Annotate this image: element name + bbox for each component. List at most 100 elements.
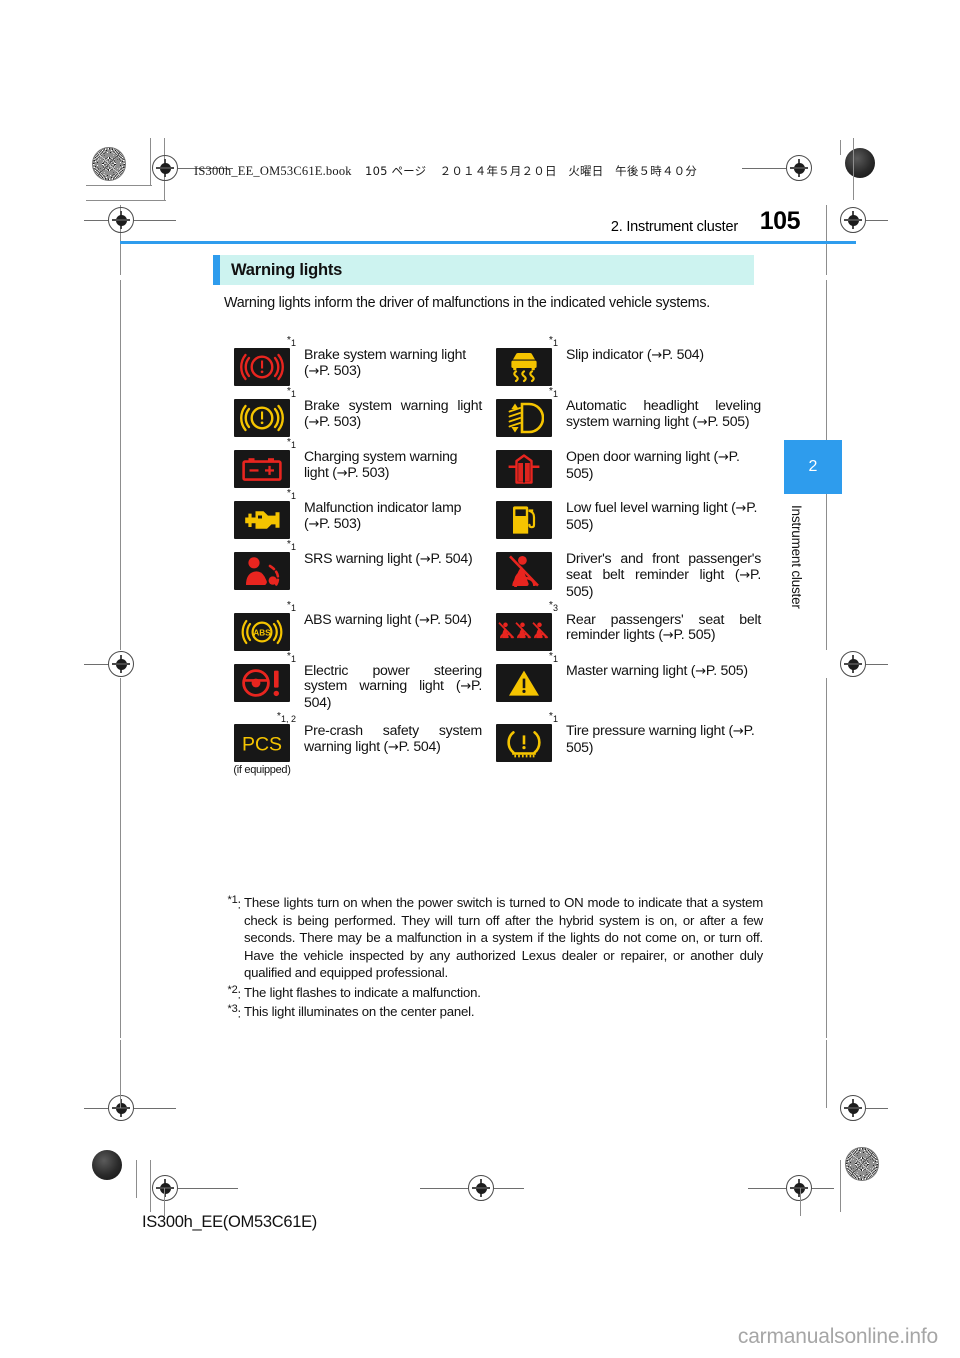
- warning-light-description: Master warning light (→P. 505): [566, 661, 748, 679]
- registration-arm: [178, 1187, 238, 1189]
- crop-line: [120, 1040, 122, 1108]
- footnote-text: The light flashes to indicate a malfunct…: [244, 984, 481, 1000]
- footnote-marker: *1: [548, 385, 558, 400]
- registration-arm: [134, 219, 176, 221]
- print-file-header: IS300h_EE_OM53C61E.book 105 ページ ２０１４年５月２…: [194, 163, 697, 179]
- warning-light-icon-cell: *1: [488, 386, 560, 437]
- warning-light-icon-cell: *1: [226, 335, 298, 386]
- crop-line: [826, 678, 828, 1038]
- svg-text:ABS: ABS: [253, 628, 271, 637]
- footnote-marker: *3: [548, 598, 558, 613]
- warning-light-icon-cell: *1: [488, 335, 560, 386]
- footnote-marker: *1: [548, 649, 558, 664]
- crop-line: [136, 1160, 138, 1198]
- brake-system-warning-red-icon: [234, 348, 290, 386]
- pre-crash-safety-pcs-icon: PCS: [234, 724, 290, 763]
- footnote-marker: *1: [286, 334, 296, 349]
- manual-page: IS300h_EE_OM53C61E.book 105 ページ ２０１４年５月２…: [0, 0, 960, 1358]
- warning-light-description: Driver's and front passenger's seat belt…: [566, 550, 761, 599]
- warning-light-icon-cell: *1: [488, 539, 560, 590]
- registration-starburst: [92, 147, 126, 181]
- warning-light-icon-cell: *1: [226, 437, 298, 488]
- warning-light-entry: *1 Malfunction indicator lamp (→P. 503): [226, 488, 488, 539]
- warning-light-entry: *3 Rear passengers' seat belt reminder l…: [488, 598, 761, 651]
- warning-light-entry: *1 ABS ABS warning light (→P. 504): [226, 599, 488, 651]
- footnote-marker: *3:: [227, 1003, 242, 1021]
- warning-light-description: Charging system warning light (→P. 503): [304, 448, 458, 481]
- table-row: *1, 2 PCS (if equipped) Pre-crash safety…: [226, 711, 761, 776]
- footnote-marker: *1: [548, 334, 558, 349]
- registration-arm: [494, 1187, 524, 1189]
- warning-light-entry: *1, 2 PCS (if equipped) Pre-crash safety…: [226, 711, 488, 776]
- warning-light-entry: *1 Brake system warning light (→P. 503): [226, 335, 488, 386]
- footnote: *2: The light flashes to indicate a malf…: [205, 984, 763, 1002]
- electric-power-steering-icon: [234, 663, 290, 702]
- crop-line: [120, 280, 122, 650]
- registration-mark: [108, 651, 134, 677]
- tire-pressure-warning-icon: [496, 724, 552, 763]
- brake-system-warning-yellow-icon: [234, 399, 290, 437]
- abs-warning-icon: ABS: [234, 612, 290, 651]
- warning-light-entry: *1 Tire pressure warning light (→P. 505): [488, 711, 761, 776]
- registration-mark: [786, 155, 812, 181]
- table-row: *1 Charging system warning light (→P. 50…: [226, 437, 761, 488]
- footnote-marker: *1: [548, 710, 558, 725]
- registration-mark: [108, 207, 134, 233]
- footnote-text: This light illuminates on the center pan…: [244, 1004, 475, 1020]
- publication-code: IS300h_EE(OM53C61E): [142, 1213, 317, 1231]
- srs-airbag-warning-icon: [234, 552, 290, 590]
- warning-light-entry: *1 Slip indicator (→P. 504): [488, 335, 761, 386]
- warning-light-entry: *1 Electric power steering system warnin…: [226, 650, 488, 712]
- section-heading-text: Warning lights: [231, 260, 343, 279]
- open-door-warning-icon: [496, 450, 552, 488]
- warning-light-icon-cell: *1: [226, 650, 298, 702]
- warning-light-description: Tire pressure warning light (→P. 505): [566, 722, 755, 755]
- registration-arm: [134, 1107, 176, 1109]
- warning-lights-table: *1 Brake system warning light (→P. 503) …: [226, 335, 761, 776]
- registration-arm: [866, 219, 888, 221]
- malfunction-indicator-engine-icon: [234, 501, 290, 539]
- registration-mark: [840, 651, 866, 677]
- crop-line: [120, 678, 122, 1038]
- chapter-thumb-tab: 2: [784, 440, 842, 494]
- registration-dot: [845, 148, 875, 178]
- print-page-marker: 105 ページ: [365, 164, 427, 178]
- registration-arm: [748, 1187, 786, 1189]
- footnote: *3: This light illuminates on the center…: [205, 1003, 763, 1021]
- warning-light-icon-cell: *1: [226, 488, 298, 539]
- warning-light-description: Rear passengers' seat belt reminder ligh…: [566, 610, 761, 644]
- charging-system-battery-icon: [234, 450, 290, 488]
- warning-light-description: SRS warning light (→P. 504): [304, 550, 473, 567]
- warning-light-description: Low fuel level warning light (→P. 505): [566, 499, 758, 532]
- print-file-name: IS300h_EE_OM53C61E.book: [194, 164, 352, 178]
- footnote-text: These lights turn on when the power swit…: [244, 895, 763, 981]
- warning-light-description: Automatic headlight leveling system warn…: [566, 397, 761, 430]
- low-fuel-level-icon: [496, 501, 552, 539]
- registration-dot: [92, 1150, 122, 1180]
- warning-light-entry: *1 Brake system warning light (→P. 503): [226, 386, 488, 437]
- crop-line: [164, 1188, 166, 1216]
- warning-light-description: ABS warning light (→P. 504): [304, 610, 472, 628]
- warning-light-icon-cell: *1: [488, 437, 560, 488]
- svg-text:PCS: PCS: [242, 734, 282, 755]
- rear-seat-belt-reminder-icon: [496, 612, 552, 651]
- master-warning-triangle-icon: [496, 663, 552, 702]
- warning-light-description: Electric power steering system warning l…: [304, 661, 482, 711]
- warning-light-icon-cell: *1: [226, 539, 298, 590]
- table-row: *1 Malfunction indicator lamp (→P. 503) …: [226, 488, 761, 539]
- table-row: *1 Electric power steering system warnin…: [226, 649, 761, 712]
- automatic-headlight-leveling-icon: [496, 399, 552, 437]
- registration-mark: [152, 155, 178, 181]
- warning-light-description: Brake system warning light (→P. 503): [304, 346, 466, 379]
- registration-mark: [840, 1095, 866, 1121]
- footnote-marker: *1:: [227, 894, 242, 912]
- chapter-thumb-label: Instrument cluster: [789, 505, 804, 609]
- if-equipped-note: (if equipped): [233, 764, 291, 777]
- front-seat-belt-reminder-icon: [496, 552, 552, 590]
- warning-light-icon-cell: *1: [226, 386, 298, 437]
- section-intro-text: Warning lights inform the driver of malf…: [224, 295, 710, 311]
- warning-light-icon-cell: *1 ABS: [226, 599, 298, 651]
- warning-light-entry: *1 SRS warning light (→P. 504): [226, 539, 488, 600]
- heading-accent-bar: [213, 255, 220, 285]
- site-watermark: carmanualsonline.info: [737, 1325, 938, 1348]
